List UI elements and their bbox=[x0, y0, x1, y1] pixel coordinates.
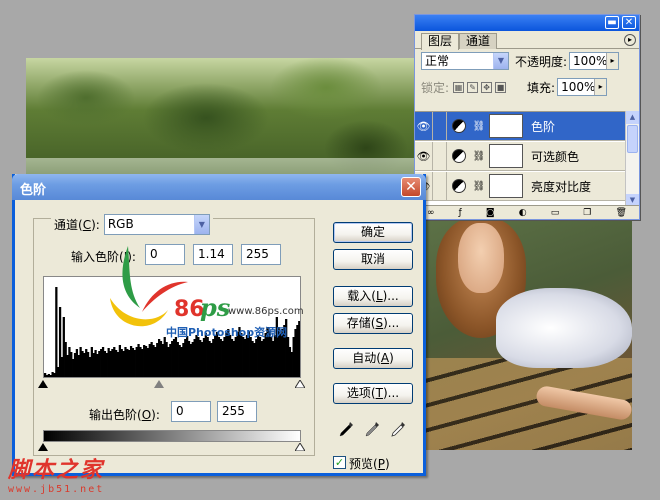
layer-link-cell[interactable] bbox=[433, 171, 447, 201]
ok-button[interactable]: 确定 bbox=[333, 222, 413, 243]
logo-green-leaf bbox=[122, 246, 140, 308]
layer-link-cell[interactable] bbox=[433, 141, 447, 171]
layer-name: 亮度对比度 bbox=[531, 179, 592, 194]
chain-link-icon[interactable]: ⛓ bbox=[472, 121, 486, 132]
output-gradient-bar bbox=[43, 430, 301, 442]
input-slider[interactable] bbox=[38, 380, 305, 390]
auto-button[interactable]: 自动(A) bbox=[333, 348, 413, 369]
tab-channels[interactable]: 通道 bbox=[459, 33, 498, 49]
fill-field[interactable]: 100% ▸ bbox=[557, 78, 608, 96]
close-icon[interactable]: ✕ bbox=[622, 16, 636, 29]
layer-link-cell[interactable] bbox=[433, 112, 447, 141]
lock-paint-icon[interactable]: ✎ bbox=[467, 81, 479, 93]
photo-face bbox=[458, 223, 504, 293]
chain-link-icon[interactable]: ⛓ bbox=[472, 151, 486, 162]
add-mask-icon[interactable]: ◙ bbox=[486, 208, 495, 218]
trash-icon[interactable]: 🗑 bbox=[615, 208, 626, 218]
site-name: 脚本之家 bbox=[8, 457, 105, 483]
link-layers-icon[interactable]: ∞ bbox=[427, 208, 435, 218]
panel-menu-icon[interactable]: ▸ bbox=[624, 34, 636, 46]
chevron-down-icon: ▼ bbox=[193, 215, 209, 234]
panel-tabs: 图层 通道 ▸ bbox=[415, 31, 639, 50]
dialog-title: 色阶 bbox=[20, 183, 47, 198]
input-black-handle[interactable] bbox=[38, 380, 48, 388]
input-white-handle[interactable] bbox=[295, 380, 305, 388]
lock-move-icon[interactable]: ✥ bbox=[481, 81, 493, 93]
white-eyedropper-icon[interactable] bbox=[389, 420, 407, 438]
adjustment-layer-icon bbox=[452, 119, 466, 133]
load-button[interactable]: 载入(L)... bbox=[333, 286, 413, 307]
fill-arrow-icon[interactable]: ▸ bbox=[594, 79, 607, 95]
layer-mask-thumbnail[interactable] bbox=[489, 144, 523, 168]
preview-checkbox[interactable]: ✓ bbox=[333, 456, 346, 469]
lock-transparency-icon[interactable]: ▦ bbox=[453, 81, 465, 93]
minimize-icon[interactable]: ▬ bbox=[605, 16, 619, 29]
chain-link-icon[interactable]: ⛓ bbox=[472, 181, 486, 192]
cancel-button[interactable]: 取消 bbox=[333, 249, 413, 270]
photo-cloth bbox=[496, 288, 632, 368]
adjustment-layer-icon bbox=[452, 179, 466, 193]
eye-icon[interactable]: 👁 bbox=[415, 141, 433, 171]
new-layer-icon[interactable]: ❐ bbox=[583, 208, 591, 218]
output-levels-label: 输出色阶(O): bbox=[89, 408, 160, 422]
output-black-field[interactable]: 0 bbox=[171, 401, 211, 422]
layers-panel: ▬ ✕ 图层 通道 ▸ 正常 ▼ 不透明度: 100% ▸ 锁定: ▦ ✎ ✥ … bbox=[414, 14, 640, 220]
close-icon[interactable]: ✕ bbox=[401, 177, 421, 197]
jb51-watermark: 脚本之家 www.jb51.net bbox=[8, 452, 148, 498]
fill-label: 填充: bbox=[527, 80, 556, 95]
layer-row-brightness-contrast[interactable]: 👁 ⛓ 亮度对比度 bbox=[415, 171, 627, 201]
layer-style-icon[interactable]: ƒ bbox=[459, 208, 462, 218]
blend-mode-select[interactable]: 正常 ▼ bbox=[421, 52, 509, 70]
channel-select[interactable]: RGB ▼ bbox=[103, 214, 210, 235]
scroll-up-icon[interactable]: ▲ bbox=[626, 111, 639, 124]
preview-label: 预览(P) bbox=[349, 457, 390, 471]
86ps-watermark-logo: 86 ps www.86ps.com 中国Photoshop资源网 bbox=[110, 246, 304, 339]
eye-icon[interactable]: 👁 bbox=[415, 112, 433, 141]
output-black-handle[interactable] bbox=[38, 443, 48, 451]
chevron-down-icon: ▼ bbox=[493, 53, 508, 69]
tab-layers[interactable]: 图层 bbox=[421, 33, 460, 50]
logo-ps: ps bbox=[200, 293, 231, 322]
layer-row-selective-color[interactable]: 👁 ⛓ 可选颜色 bbox=[415, 141, 627, 171]
layer-mask-thumbnail[interactable] bbox=[489, 174, 523, 198]
output-white-field[interactable]: 255 bbox=[217, 401, 257, 422]
layer-row-levels[interactable]: 👁 ⛓ 色阶 bbox=[415, 112, 627, 141]
opacity-field[interactable]: 100% ▸ bbox=[569, 52, 620, 70]
channel-value: RGB bbox=[107, 217, 134, 231]
scroll-thumb[interactable] bbox=[627, 125, 638, 153]
lock-all-icon[interactable]: ■ bbox=[495, 81, 507, 93]
logo-yellow-swoosh bbox=[110, 298, 168, 327]
layer-toolbar: ∞ ƒ ◙ ◐ ▭ ❐ 🗑 bbox=[415, 205, 639, 219]
opacity-arrow-icon[interactable]: ▸ bbox=[606, 53, 619, 69]
fill-value: 100% bbox=[561, 80, 596, 94]
channel-label: 通道(C): bbox=[54, 218, 100, 232]
adjustment-layer-icon bbox=[452, 149, 466, 163]
logo-url: www.86ps.com bbox=[228, 306, 304, 317]
layers-panel-titlebar[interactable]: ▬ ✕ bbox=[415, 15, 639, 31]
layer-list: 👁 ⛓ 色阶 👁 ⛓ 可选颜色 👁 ⛓ 亮度对比度 bbox=[415, 111, 627, 207]
opacity-label: 不透明度: bbox=[515, 54, 568, 69]
save-button[interactable]: 存储(S)... bbox=[333, 313, 413, 334]
adjustment-icon[interactable]: ◐ bbox=[519, 208, 527, 218]
new-group-icon[interactable]: ▭ bbox=[551, 208, 560, 218]
opacity-value: 100% bbox=[573, 54, 608, 68]
input-gamma-handle[interactable] bbox=[154, 380, 164, 388]
levels-titlebar[interactable]: 色阶 ✕ bbox=[12, 174, 426, 200]
lock-label: 锁定: bbox=[421, 80, 450, 95]
layer-mask-thumbnail[interactable] bbox=[489, 114, 523, 138]
black-eyedropper-icon[interactable] bbox=[337, 420, 355, 438]
site-url: www.jb51.net bbox=[8, 484, 105, 495]
options-button[interactable]: 选项(T)... bbox=[333, 383, 413, 404]
layer-scrollbar[interactable]: ▲ ▼ bbox=[625, 111, 639, 207]
blend-mode-value: 正常 bbox=[425, 54, 450, 68]
layer-name: 色阶 bbox=[531, 119, 556, 134]
histogram-bar bbox=[55, 287, 58, 377]
logo-caption: 中国Photoshop资源网 bbox=[166, 325, 287, 339]
gray-eyedropper-icon[interactable] bbox=[363, 420, 381, 438]
output-white-handle[interactable] bbox=[295, 443, 305, 451]
layer-name: 可选颜色 bbox=[531, 149, 580, 164]
